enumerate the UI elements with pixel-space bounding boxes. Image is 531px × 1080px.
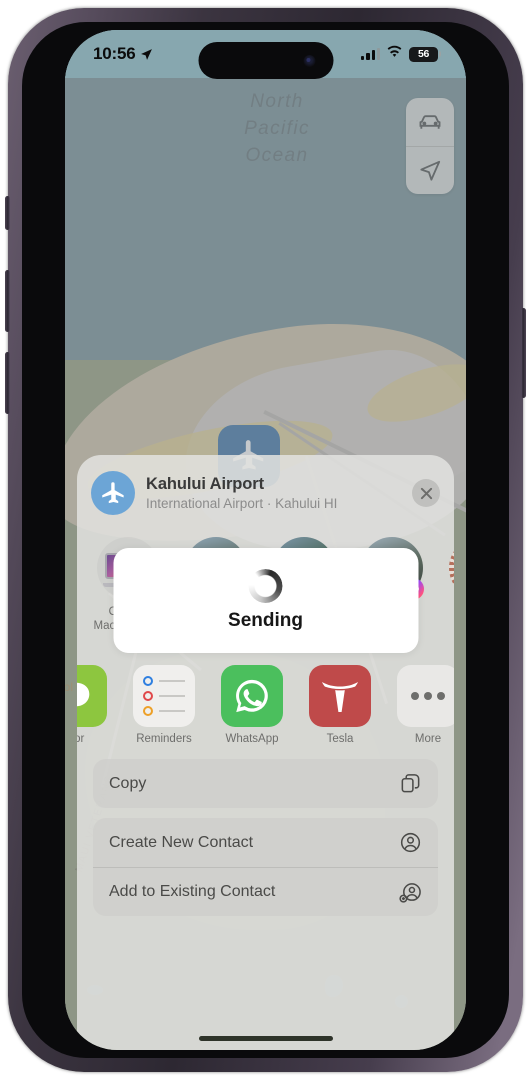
share-actions: Copy Create New Contact Add to Existing …: [77, 751, 454, 916]
copy-icon: [401, 774, 420, 793]
action-label: Copy: [109, 774, 147, 792]
copy-action-row[interactable]: Copy: [93, 759, 438, 808]
location-arrow-icon: [141, 48, 153, 60]
contact-label-line2: J: [445, 619, 454, 633]
person-circle-icon: [400, 832, 421, 853]
app-label: More: [414, 733, 442, 745]
airplane-icon: [91, 471, 135, 515]
contact-target-partial[interactable]: S J: [445, 537, 454, 647]
cellular-signal-icon: [361, 48, 380, 60]
share-sheet: Kahului Airport International Airport · …: [77, 455, 454, 1050]
close-button[interactable]: [412, 479, 440, 507]
action-label: Add to Existing Contact: [109, 883, 276, 900]
more-icon: [397, 665, 454, 727]
tesla-icon: [309, 665, 371, 727]
app-target-reminders[interactable]: Reminders: [129, 665, 199, 745]
sending-modal: Sending: [113, 548, 418, 653]
app-label: oor: [77, 733, 85, 745]
app-target-whatsapp[interactable]: WhatsApp: [217, 665, 287, 745]
volume-up-button[interactable]: [5, 270, 10, 332]
app-target-nextdoor[interactable]: oor: [77, 665, 111, 745]
power-button[interactable]: [521, 308, 526, 398]
action-group-contacts: Create New Contact Add to Existing Conta…: [93, 818, 438, 916]
share-sheet-title: Kahului Airport: [146, 475, 264, 493]
action-group-copy: Copy: [93, 759, 438, 808]
nextdoor-icon: [77, 665, 107, 727]
wifi-icon: [386, 45, 403, 63]
status-bar-right: 56: [361, 45, 442, 63]
add-to-existing-contact-row[interactable]: Add to Existing Contact: [93, 867, 438, 916]
battery-indicator: 56: [409, 46, 442, 62]
share-sheet-subtitle: International Airport · Kahului HI: [146, 496, 338, 511]
contact-label-line1: S: [445, 605, 454, 619]
avatar: [449, 537, 454, 599]
status-bar-left: 10:56: [93, 44, 153, 64]
front-camera: [303, 54, 315, 67]
battery-level-label: 56: [417, 48, 430, 60]
person-add-icon: [399, 882, 421, 903]
app-target-tesla[interactable]: Tesla: [305, 665, 375, 745]
loading-spinner-icon: [248, 569, 283, 603]
status-bar-time: 10:56: [93, 44, 136, 63]
home-indicator[interactable]: [198, 1036, 333, 1041]
app-label: WhatsApp: [225, 733, 279, 745]
app-label: Reminders: [136, 733, 192, 745]
mute-switch[interactable]: [5, 196, 10, 230]
share-sheet-header: Kahului Airport International Airport · …: [77, 455, 454, 527]
sending-label: Sending: [228, 610, 303, 631]
close-icon: [420, 487, 432, 499]
whatsapp-icon: [221, 665, 283, 727]
share-sheet-titles: Kahului Airport International Airport · …: [146, 475, 401, 511]
app-label: Tesla: [326, 733, 354, 745]
phone-screen: North Pacific Ocean HANA HWY MAUI VETERA…: [65, 30, 466, 1050]
reminders-icon: [133, 665, 195, 727]
action-label: Create New Contact: [109, 833, 254, 851]
create-new-contact-row[interactable]: Create New Contact: [93, 818, 438, 867]
share-apps-row[interactable]: oor Reminders WhatsApp: [77, 651, 454, 751]
volume-down-button[interactable]: [5, 352, 10, 414]
app-target-more[interactable]: More: [393, 665, 454, 745]
dynamic-island: [198, 42, 333, 79]
